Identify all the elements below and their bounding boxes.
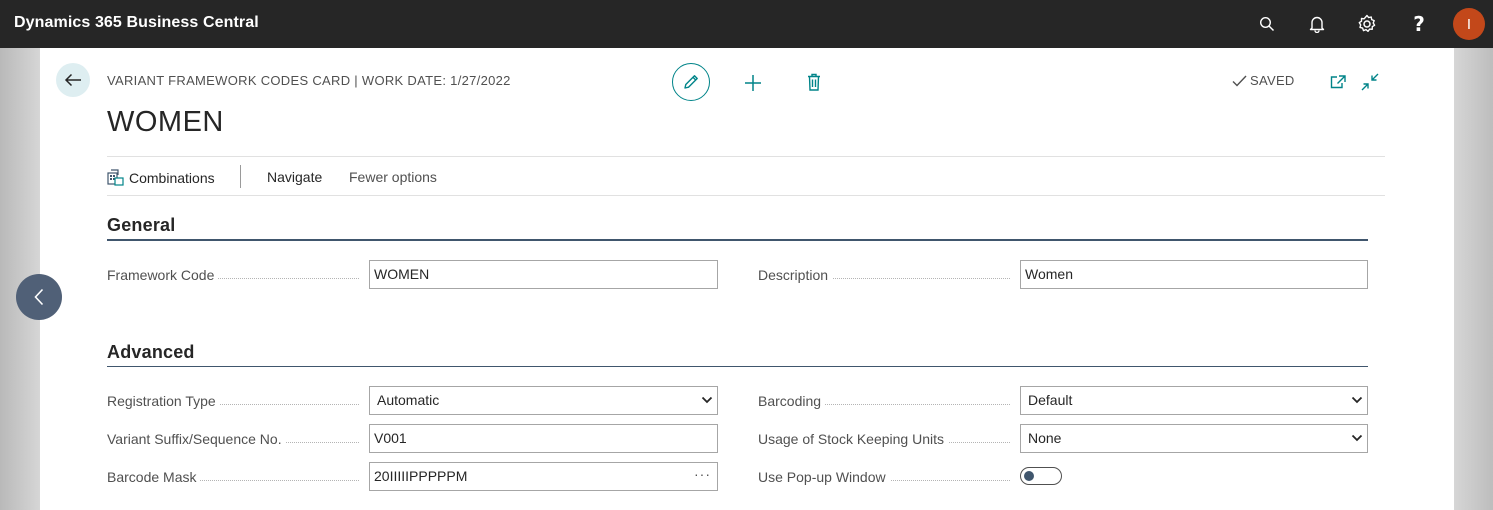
top-bar: Dynamics 365 Business Central ? I <box>0 0 1493 48</box>
usage-sku-label: Usage of Stock Keeping Units <box>758 431 1010 447</box>
action-bar-divider-bottom <box>107 195 1385 196</box>
combinations-icon <box>107 169 124 186</box>
new-button[interactable] <box>741 71 765 95</box>
chevron-down-icon <box>701 396 713 404</box>
search-icon[interactable] <box>1255 12 1279 36</box>
combinations-label: Combinations <box>129 169 215 186</box>
registration-type-label: Registration Type <box>107 393 359 409</box>
collapse-button[interactable] <box>1359 71 1381 93</box>
usage-sku-select[interactable]: None <box>1020 424 1368 453</box>
back-button[interactable] <box>56 63 90 97</box>
collapse-icon <box>1361 73 1379 91</box>
app-title[interactable]: Dynamics 365 Business Central <box>14 14 259 32</box>
barcode-mask-field[interactable]: 20IIIIIPPPPPM ··· <box>369 462 718 491</box>
saved-status: SAVED <box>1232 73 1295 88</box>
page-title: WOMEN <box>107 106 224 138</box>
combinations-action[interactable]: Combinations <box>107 169 215 186</box>
section-rule-general <box>107 239 1368 241</box>
registration-type-value: Automatic <box>377 392 440 408</box>
breadcrumb: VARIANT FRAMEWORK CODES CARD | WORK DATE… <box>107 73 511 88</box>
background-page-right <box>1454 48 1493 510</box>
use-popup-toggle[interactable] <box>1020 467 1062 485</box>
section-title-general[interactable]: General <box>107 215 175 236</box>
arrow-left-icon <box>64 73 81 87</box>
barcode-mask-value: 20IIIIIPPPPPM <box>374 468 468 484</box>
help-icon[interactable]: ? <box>1407 12 1431 36</box>
assist-edit-button[interactable]: ··· <box>694 466 711 482</box>
plus-icon <box>745 75 761 91</box>
check-icon <box>1232 75 1247 87</box>
trash-icon <box>808 73 820 91</box>
action-separator <box>240 165 241 188</box>
avatar[interactable]: I <box>1453 8 1485 40</box>
chevron-down-icon <box>1351 396 1363 404</box>
fewer-options-action[interactable]: Fewer options <box>349 169 437 185</box>
action-bar-divider-top <box>107 156 1385 157</box>
open-new-window-button[interactable] <box>1327 71 1349 93</box>
framework-code-label: Framework Code <box>107 267 359 283</box>
bell-icon[interactable] <box>1305 12 1329 36</box>
pencil-icon <box>684 75 698 89</box>
edit-button[interactable] <box>672 63 710 101</box>
usage-sku-value: None <box>1028 430 1062 446</box>
saved-label: SAVED <box>1250 73 1295 88</box>
section-rule-advanced <box>107 366 1368 367</box>
barcode-mask-label: Barcode Mask <box>107 469 359 485</box>
framework-code-field[interactable]: WOMEN <box>369 260 718 289</box>
chevron-left-icon <box>34 288 44 306</box>
variant-suffix-field[interactable]: V001 <box>369 424 718 453</box>
open-in-new-window-icon <box>1330 75 1346 89</box>
registration-type-select[interactable]: Automatic <box>369 386 718 415</box>
use-popup-label: Use Pop-up Window <box>758 469 1010 485</box>
description-field[interactable]: Women <box>1020 260 1368 289</box>
gear-icon[interactable] <box>1355 12 1379 36</box>
barcoding-label: Barcoding <box>758 393 1010 409</box>
barcoding-value: Default <box>1028 392 1073 408</box>
toggle-knob <box>1024 471 1034 481</box>
variant-suffix-label: Variant Suffix/Sequence No. <box>107 431 359 447</box>
description-label: Description <box>758 267 1010 283</box>
delete-button[interactable] <box>803 71 825 93</box>
barcoding-select[interactable]: Default <box>1020 386 1368 415</box>
previous-page-button[interactable] <box>16 274 62 320</box>
section-title-advanced[interactable]: Advanced <box>107 342 195 363</box>
navigate-action[interactable]: Navigate <box>267 169 322 185</box>
chevron-down-icon <box>1351 434 1363 442</box>
